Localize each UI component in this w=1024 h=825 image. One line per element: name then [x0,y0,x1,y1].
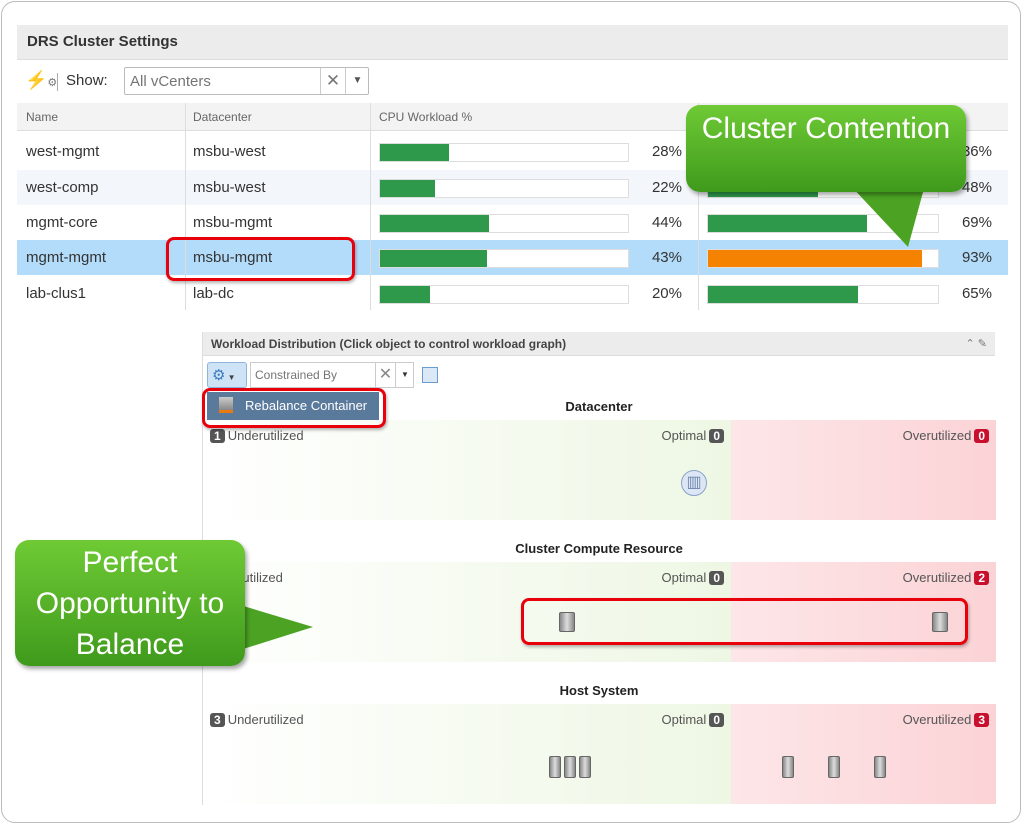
callout-cluster-contention: Cluster Contention [686,105,966,192]
callout-perfect-opportunity: Perfect Opportunity to Balance [15,540,245,666]
